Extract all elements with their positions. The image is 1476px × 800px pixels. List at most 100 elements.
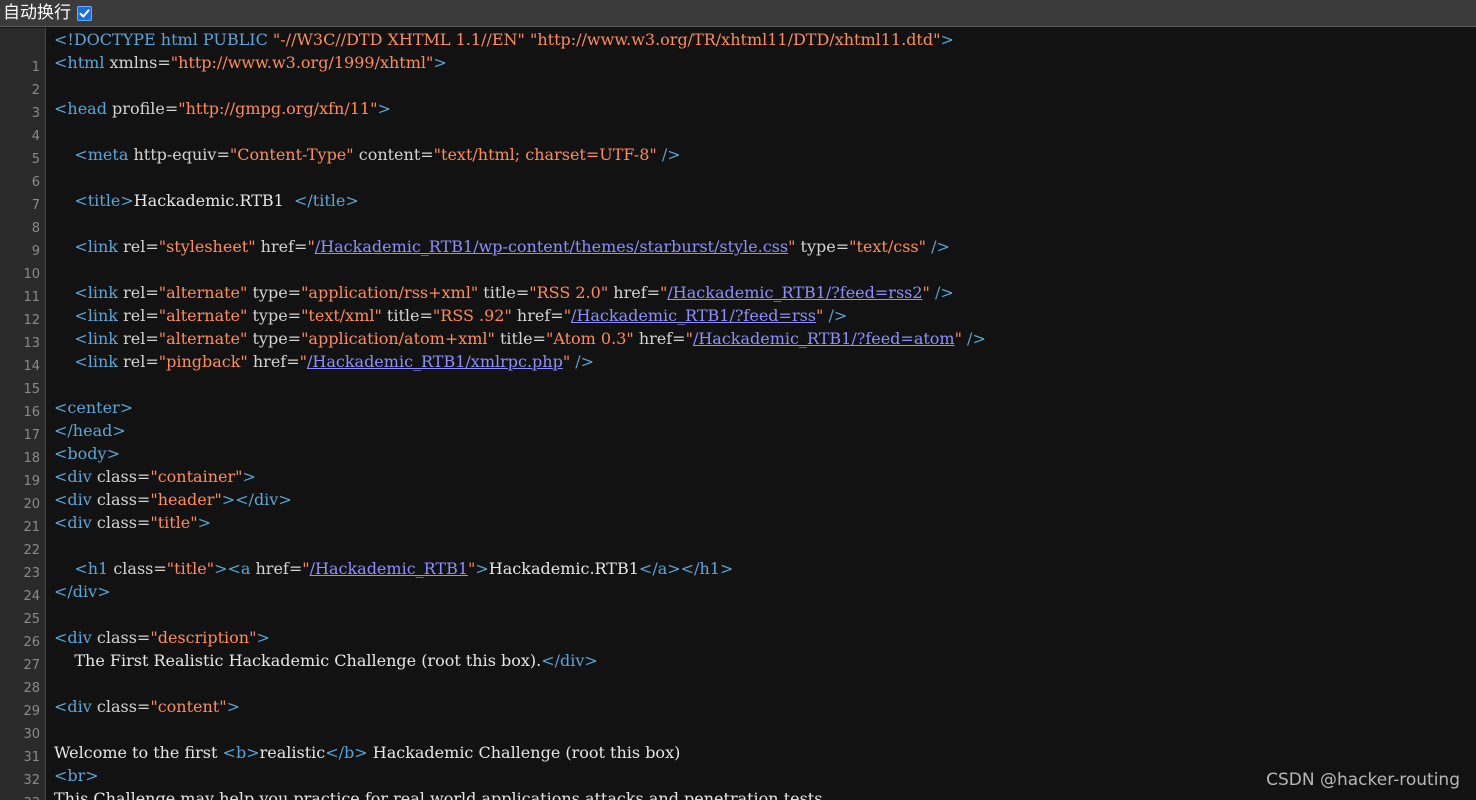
code-token: ></div> [221, 490, 292, 509]
code-token: realistic [259, 743, 326, 762]
line-number: 32 [23, 773, 40, 788]
code-line: <head profile="http://gmpg.org/xfn/11"> [54, 97, 391, 120]
code-token: type= [795, 237, 850, 256]
code-line: <center> [54, 396, 133, 419]
line-number: 6 [31, 175, 40, 190]
code-token: <div [54, 628, 97, 647]
code-token: ><a [214, 559, 256, 578]
word-wrap-checkbox[interactable] [77, 5, 92, 21]
line-number: 2 [31, 83, 40, 98]
code-line: This Challenge may help you practice for… [54, 787, 822, 800]
code-link[interactable]: /Hackademic_RTB1/?feed=rss [571, 306, 816, 325]
code-line: <div class="container"> [54, 465, 256, 488]
source-view[interactable]: 1 2 3 4 5 6 7 8 9 10 11 12 13 14 15 16 17 18 19 20 21 22 23 24 2… [0, 28, 1476, 800]
line-number: 8 [31, 221, 40, 236]
line-number: 28 [23, 681, 40, 696]
code-token: The First Realistic Hackademic Challenge… [54, 651, 542, 670]
code-token: <link [74, 283, 124, 302]
code-token: > [242, 467, 256, 486]
code-token: " [307, 237, 315, 256]
code-token: href= [247, 352, 300, 371]
code-token: <link [74, 237, 124, 256]
code-token: </head> [54, 421, 126, 440]
code-token: rel= [123, 283, 159, 302]
line-number: 20 [23, 497, 40, 512]
code-token: Hackademic.RTB1 [488, 559, 639, 578]
line-number: 25 [23, 612, 40, 627]
code-token: <title> [74, 191, 134, 210]
code-token: <br> [54, 766, 99, 785]
code-token: "http://www.w3.org/1999/xhtml" [170, 53, 434, 72]
code-token: " [299, 352, 307, 371]
line-number: 19 [23, 474, 40, 489]
code-token: "stylesheet" [158, 237, 256, 256]
code-token: <link [74, 306, 124, 325]
code-token: " [302, 559, 310, 578]
code-token: /> [961, 329, 986, 348]
line-number: 4 [31, 129, 40, 144]
code-token: " [922, 283, 930, 302]
code-token: "title" [150, 513, 198, 532]
code-link[interactable]: /Hackademic_RTB1/?feed=rss2 [667, 283, 922, 302]
code-token: > [940, 30, 954, 49]
line-number: 10 [23, 267, 40, 282]
code-token: <h1 [74, 559, 114, 578]
code-token: "pingback" [158, 352, 248, 371]
code-line: The First Realistic Hackademic Challenge… [54, 649, 598, 672]
code-token: "RSS .92" [432, 306, 512, 325]
line-number: 3 [31, 106, 40, 121]
watermark: CSDN @hacker-routing [1266, 770, 1460, 790]
code-token: title= [478, 283, 530, 302]
code-token: > [256, 628, 270, 647]
code-token: "text/html; charset=UTF-8" [433, 145, 657, 164]
code-link[interactable]: /Hackademic_RTB1/xmlrpc.php [307, 352, 563, 371]
code-line: <div class="header"></div> [54, 488, 292, 511]
code-token: /> [823, 306, 848, 325]
code-token: "http://gmpg.org/xfn/11" [178, 99, 378, 118]
code-token: "Atom 0.3" [545, 329, 634, 348]
code-token: class= [96, 628, 151, 647]
line-number: 7 [31, 198, 40, 213]
code-token: Hackademic Challenge (root this box) [367, 743, 681, 762]
code-line: <meta http-equiv="Content-Type" content=… [54, 143, 681, 166]
code-token: This Challenge may help you practice for… [54, 789, 823, 800]
code-token: <link [74, 329, 124, 348]
line-number: 5 [31, 152, 40, 167]
code-token: <link [74, 352, 124, 371]
code-token: title= [494, 329, 546, 348]
code-link[interactable]: /Hackademic_RTB1/?feed=atom [693, 329, 955, 348]
code-token: "description" [150, 628, 257, 647]
line-number: 29 [23, 704, 40, 719]
code-token: "Content-Type" [229, 145, 354, 164]
code-link[interactable]: /Hackademic_RTB1/wp-content/themes/starb… [315, 237, 788, 256]
line-number: 21 [23, 520, 40, 535]
code-line: <link rel="stylesheet" href="/Hackademic… [54, 235, 950, 258]
code-line: <link rel="pingback" href="/Hackademic_R… [54, 350, 594, 373]
code-token: <!DOCTYPE html PUBLIC [54, 30, 273, 49]
code-line: <html xmlns="http://www.w3.org/1999/xhtm… [54, 51, 447, 74]
code-token: href= [511, 306, 564, 325]
code-token: /> [570, 352, 595, 371]
code-token: title= [381, 306, 433, 325]
code-token: /> [656, 145, 681, 164]
code-token: "title" [166, 559, 215, 578]
code-token: href= [255, 559, 303, 578]
code-line: <div class="title"> [54, 511, 211, 534]
code-token: <div [54, 697, 97, 716]
code-line: <h1 class="title"><a href="/Hackademic_R… [54, 557, 733, 580]
code-token: > [433, 53, 447, 72]
line-number: 17 [23, 428, 40, 443]
code-link[interactable]: /Hackademic_RTB1 [310, 559, 468, 578]
editor-toolbar: 自动换行 [0, 0, 1476, 27]
code-token: /> [925, 237, 950, 256]
code-token: <div [54, 467, 97, 486]
code-token: </div> [54, 582, 111, 601]
code-token: rel= [123, 237, 159, 256]
code-token: <center> [54, 398, 134, 417]
line-number: 11 [23, 290, 40, 305]
